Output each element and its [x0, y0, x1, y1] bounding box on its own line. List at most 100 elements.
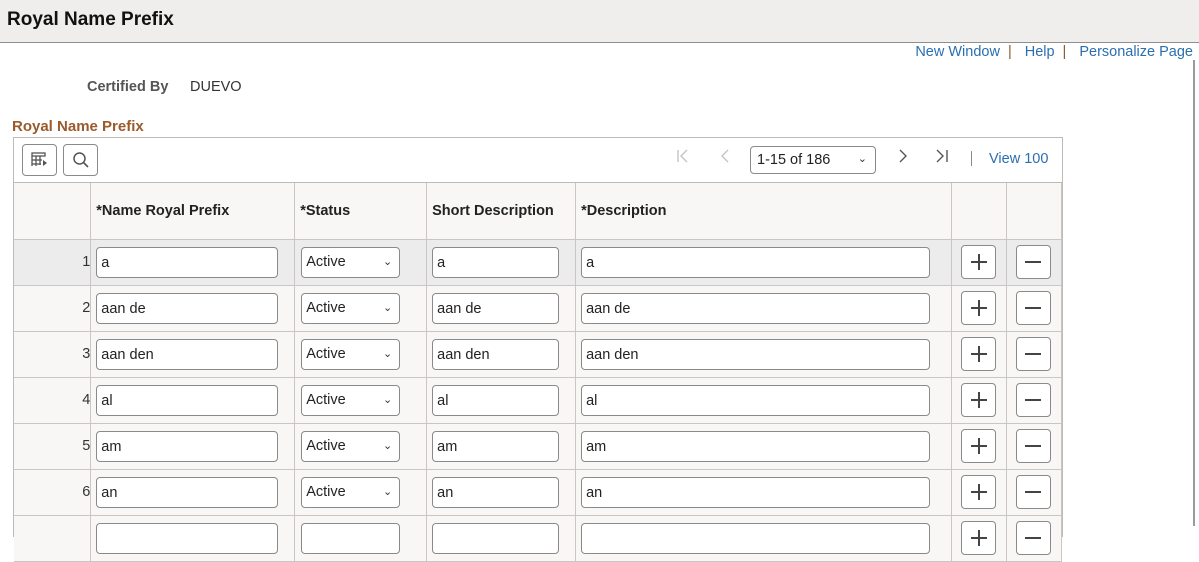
add-row-button[interactable] — [961, 245, 996, 279]
certified-by-label: Certified By — [87, 79, 169, 95]
grid-toolbar: 1-15 of 186 ⌄ View 100 — [14, 138, 1062, 183]
name-royal-prefix-cell: a — [90, 238, 296, 286]
delete-row-button[interactable] — [1015, 521, 1051, 555]
delete-row-button[interactable] — [1015, 245, 1051, 279]
short-description-input[interactable]: an — [432, 476, 560, 508]
personalize-page-link[interactable]: Personalize Page — [1079, 44, 1193, 60]
table-row: 4 al Active ⌄ al al — [14, 376, 1063, 424]
plus-icon — [970, 346, 987, 362]
column-header-description[interactable]: *Description — [575, 183, 952, 240]
column-header-status[interactable]: *Status — [294, 183, 428, 240]
description-cell: an — [575, 468, 952, 516]
plus-icon — [970, 254, 987, 270]
grid-header-row: *Name Royal Prefix *Status Short Descrip… — [14, 183, 1063, 240]
row-number: 6 — [14, 468, 92, 516]
delete-row-button[interactable] — [1015, 475, 1051, 509]
name-royal-prefix-input[interactable]: aan den — [96, 338, 279, 370]
short-description-cell: am — [426, 422, 577, 470]
row-number: 2 — [14, 284, 92, 332]
description-input[interactable]: a — [581, 246, 931, 278]
top-links: New Window | Help | Personalize Page — [915, 44, 1193, 60]
name-royal-prefix-cell: am — [90, 422, 296, 470]
description-cell — [575, 514, 952, 562]
description-input[interactable]: aan de — [581, 292, 931, 324]
short-description-cell: an — [426, 468, 577, 516]
row-number — [14, 514, 92, 562]
add-row-button[interactable] — [961, 337, 996, 371]
page-header: Royal Name Prefix — [0, 0, 1199, 43]
status-select[interactable]: Active ⌄ — [301, 338, 401, 370]
first-page-icon[interactable] — [676, 148, 690, 168]
name-royal-prefix-input[interactable] — [96, 522, 279, 554]
column-header-name-royal-prefix[interactable]: *Name Royal Prefix — [90, 183, 296, 240]
name-royal-prefix-input[interactable]: am — [96, 430, 279, 462]
table-row: 5 am Active ⌄ am am — [14, 422, 1063, 470]
delete-row-button[interactable] — [1015, 337, 1051, 371]
description-input[interactable] — [581, 522, 931, 554]
personalize-grid-button[interactable] — [22, 144, 57, 176]
description-input[interactable]: an — [581, 476, 931, 508]
add-row-cell — [951, 468, 1007, 516]
status-select[interactable]: Active ⌄ — [301, 384, 401, 416]
description-cell: a — [575, 238, 952, 286]
add-row-button[interactable] — [961, 383, 996, 417]
short-description-input[interactable]: al — [432, 384, 560, 416]
delete-row-button[interactable] — [1015, 291, 1051, 325]
chevron-down-icon: ⌄ — [857, 153, 867, 165]
name-royal-prefix-input[interactable]: an — [96, 476, 279, 508]
name-royal-prefix-input[interactable]: aan de — [96, 292, 279, 324]
table-row: ⌄ — [14, 514, 1063, 562]
status-cell: Active ⌄ — [294, 468, 428, 516]
column-header-short-description[interactable]: Short Description — [426, 183, 577, 240]
description-input[interactable]: am — [581, 430, 931, 462]
chevron-down-icon: ⌄ — [383, 439, 393, 452]
previous-page-icon[interactable] — [720, 148, 730, 168]
row-number: 5 — [14, 422, 92, 470]
new-window-link[interactable]: New Window — [915, 44, 1000, 60]
status-select[interactable]: Active ⌄ — [301, 246, 401, 278]
find-in-grid-button[interactable] — [63, 144, 98, 176]
short-description-input[interactable]: aan de — [432, 292, 560, 324]
page-scrollbar-edge[interactable] — [1193, 60, 1195, 526]
table-row: 2 aan de Active ⌄ aan de aan de — [14, 284, 1063, 332]
page-title: Royal Name Prefix — [7, 9, 174, 30]
delete-row-cell — [1005, 376, 1063, 424]
table-row: 1 a Active ⌄ a a — [14, 238, 1063, 286]
view-100-link[interactable]: View 100 — [989, 151, 1048, 167]
short-description-input[interactable]: a — [432, 246, 560, 278]
delete-row-button[interactable] — [1015, 429, 1051, 463]
short-description-input[interactable]: am — [432, 430, 560, 462]
name-royal-prefix-input[interactable]: al — [96, 384, 279, 416]
delete-row-cell — [1005, 422, 1063, 470]
chevron-down-icon: ⌄ — [383, 485, 393, 498]
column-header-row-number — [14, 183, 92, 240]
short-description-input[interactable]: aan den — [432, 338, 560, 370]
status-select[interactable]: Active ⌄ — [301, 292, 401, 324]
status-select[interactable]: Active ⌄ — [301, 476, 401, 508]
last-page-icon[interactable] — [935, 148, 949, 168]
minus-icon — [1025, 445, 1042, 447]
add-row-button[interactable] — [961, 429, 996, 463]
next-page-icon[interactable] — [898, 148, 908, 168]
column-header-delete — [1005, 183, 1063, 240]
add-row-button[interactable] — [961, 521, 996, 555]
status-select[interactable]: Active ⌄ — [301, 430, 401, 462]
page-range-select[interactable]: 1-15 of 186 ⌄ — [750, 146, 876, 174]
grid-section-title: Royal Name Prefix — [12, 118, 144, 135]
delete-row-button[interactable] — [1015, 383, 1051, 417]
name-royal-prefix-input[interactable]: a — [96, 246, 279, 278]
status-select[interactable]: ⌄ — [301, 522, 401, 554]
add-row-button[interactable] — [961, 475, 996, 509]
add-row-button[interactable] — [961, 291, 996, 325]
royal-name-prefix-grid: 1-15 of 186 ⌄ View 100 *Name Royal Prefi… — [13, 137, 1063, 562]
short-description-input[interactable] — [432, 522, 560, 554]
delete-row-cell — [1005, 468, 1063, 516]
status-value: Active — [306, 483, 346, 500]
description-input[interactable]: al — [581, 384, 931, 416]
description-input[interactable]: aan den — [581, 338, 931, 370]
table-row: 3 aan den Active ⌄ aan den aan den — [14, 330, 1063, 378]
chevron-down-icon: ⌄ — [383, 393, 393, 406]
help-link[interactable]: Help — [1025, 44, 1055, 60]
add-row-cell — [951, 284, 1007, 332]
status-cell: Active ⌄ — [294, 376, 428, 424]
